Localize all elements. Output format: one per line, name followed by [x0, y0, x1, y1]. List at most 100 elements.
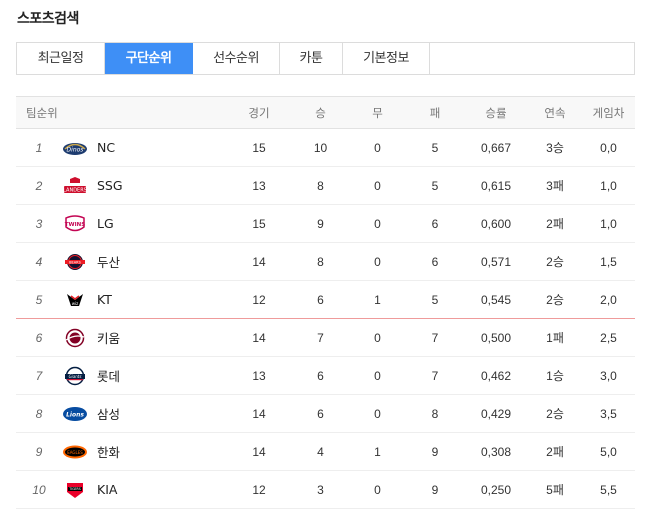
svg-text:Lions: Lions	[66, 411, 84, 418]
header-streak: 연속	[528, 96, 582, 129]
table-row[interactable]: 9 EAGLES 한화 14 4 1 9 0,308 2패 5,0	[16, 432, 635, 471]
games-behind-cell: 5,5	[582, 470, 635, 509]
rank-number: 10	[32, 482, 46, 497]
win-pct-cell: 0,308	[464, 432, 528, 471]
table-row[interactable]: 3 TWINS LG 15 9 0 6 0,600 2패 1,0	[16, 204, 635, 243]
streak-cell: 1패	[528, 318, 582, 357]
team-name-link[interactable]: 한화	[97, 442, 120, 461]
lg-twins-logo[interactable]: TWINS	[61, 214, 89, 234]
draws-cell: 0	[349, 242, 406, 281]
standings-table: 팀순위 경기 승 무 패 승률 연속 게임차 1 Dinos NC 15 10 0 5 0,6…	[16, 96, 635, 509]
team-name-link[interactable]: KIA	[97, 482, 117, 497]
lotte-giants-logo[interactable]: Giants	[61, 366, 89, 386]
games-cell: 14	[226, 318, 292, 357]
games-cell: 13	[226, 166, 292, 205]
samsung-lions-logo[interactable]: Lions	[61, 404, 89, 424]
team-name-link[interactable]: KT	[97, 292, 112, 307]
team-name-link[interactable]: LG	[97, 216, 114, 231]
draws-cell: 0	[349, 470, 406, 509]
rank-number: 4	[35, 254, 43, 269]
table-row[interactable]: 4 BEARS 두산 14 8 0 6 0,571 2승 1,5	[16, 242, 635, 281]
team-name-link[interactable]: 키움	[97, 328, 120, 347]
tab-team-standings[interactable]: 구단순위	[105, 43, 193, 74]
header-win-pct: 승률	[464, 96, 528, 129]
losses-cell: 5	[406, 128, 464, 167]
draws-cell: 1	[349, 432, 406, 471]
kia-tigers-logo[interactable]: TIGERS	[61, 480, 89, 500]
draws-cell: 0	[349, 166, 406, 205]
rank-number: 2	[35, 178, 43, 193]
games-cell: 14	[226, 394, 292, 433]
win-pct-cell: 0,250	[464, 470, 528, 509]
team-cell: 5 wiz KT	[16, 280, 226, 319]
table-row[interactable]: 7 Giants 롯데 13 6 0 7 0,462 1승 3,0	[16, 356, 635, 395]
sports-search-widget: 스포츠검색 최근일정 구단순위 선수순위 카툰 기본정보 팀순위 경기 승 무 …	[0, 0, 647, 509]
rank-number: 6	[35, 330, 43, 345]
games-cell: 15	[226, 204, 292, 243]
win-pct-cell: 0,571	[464, 242, 528, 281]
win-pct-cell: 0,667	[464, 128, 528, 167]
doosan-bears-logo[interactable]: BEARS	[61, 252, 89, 272]
team-cell: 1 Dinos NC	[16, 128, 226, 167]
svg-text:BEARS: BEARS	[69, 260, 81, 264]
win-pct-cell: 0,462	[464, 356, 528, 395]
wins-cell: 9	[292, 204, 349, 243]
games-behind-cell: 0,0	[582, 128, 635, 167]
wins-cell: 6	[292, 356, 349, 395]
table-row[interactable]: 10 TIGERS KIA 12 3 0 9 0,250 5패 5,5	[16, 470, 635, 509]
team-name-link[interactable]: 롯데	[97, 366, 120, 385]
streak-cell: 2승	[528, 394, 582, 433]
rank-number: 3	[35, 216, 43, 231]
team-name-link[interactable]: 두산	[97, 252, 120, 271]
table-header-row: 팀순위 경기 승 무 패 승률 연속 게임차	[16, 96, 635, 129]
games-cell: 13	[226, 356, 292, 395]
draws-cell: 0	[349, 128, 406, 167]
rank-number: 7	[35, 368, 43, 383]
tab-player-rankings[interactable]: 선수순위	[193, 43, 280, 74]
rank-number: 5	[35, 292, 43, 307]
team-name-link[interactable]: SSG	[97, 178, 123, 193]
tab-basic-info[interactable]: 기본정보	[343, 43, 430, 74]
rank-number: 1	[35, 140, 43, 155]
win-pct-cell: 0,600	[464, 204, 528, 243]
team-cell: 7 Giants 롯데	[16, 356, 226, 395]
table-row[interactable]: 5 wiz KT 12 6 1 5 0,545 2승 2,0	[16, 280, 635, 319]
header-games: 경기	[226, 96, 292, 129]
nc-dinos-logo[interactable]: Dinos	[61, 138, 89, 158]
draws-cell: 0	[349, 318, 406, 357]
draws-cell: 0	[349, 204, 406, 243]
games-behind-cell: 3,0	[582, 356, 635, 395]
win-pct-cell: 0,500	[464, 318, 528, 357]
tab-cartoon[interactable]: 카툰	[280, 43, 343, 74]
tab-bar: 최근일정 구단순위 선수순위 카툰 기본정보	[16, 42, 635, 75]
streak-cell: 2승	[528, 280, 582, 319]
hanwha-eagles-logo[interactable]: EAGLES	[61, 442, 89, 462]
svg-text:Giants: Giants	[69, 374, 82, 379]
table-row[interactable]: 8 Lions 삼성 14 6 0 8 0,429 2승 3,5	[16, 394, 635, 433]
losses-cell: 5	[406, 166, 464, 205]
draws-cell: 0	[349, 394, 406, 433]
streak-cell: 2승	[528, 242, 582, 281]
team-name-link[interactable]: 삼성	[97, 404, 120, 423]
kt-wiz-logo[interactable]: wiz	[61, 290, 89, 310]
table-row[interactable]: 1 Dinos NC 15 10 0 5 0,667 3승 0,0	[16, 128, 635, 167]
table-row[interactable]: 6 키움 14 7 0 7 0,500 1패 2,5	[16, 318, 635, 357]
table-row[interactable]: 2 LANDERS SSG 13 8 0 5 0,615 3패 1,0	[16, 166, 635, 205]
games-behind-cell: 1,5	[582, 242, 635, 281]
kiwoom-heroes-logo[interactable]	[61, 328, 89, 348]
draws-cell: 0	[349, 356, 406, 395]
svg-text:EAGLES: EAGLES	[67, 449, 83, 454]
wins-cell: 3	[292, 470, 349, 509]
games-cell: 14	[226, 242, 292, 281]
games-behind-cell: 1,0	[582, 204, 635, 243]
team-cell: 3 TWINS LG	[16, 204, 226, 243]
tab-recent-schedule[interactable]: 최근일정	[17, 43, 105, 74]
header-team-rank: 팀순위	[16, 96, 226, 129]
games-behind-cell: 1,0	[582, 166, 635, 205]
ssg-landers-logo[interactable]: LANDERS	[61, 176, 89, 196]
team-cell: 6 키움	[16, 318, 226, 357]
team-name-link[interactable]: NC	[97, 140, 115, 155]
games-behind-cell: 2,5	[582, 318, 635, 357]
svg-text:wiz: wiz	[72, 301, 78, 306]
header-losses: 패	[406, 96, 464, 129]
